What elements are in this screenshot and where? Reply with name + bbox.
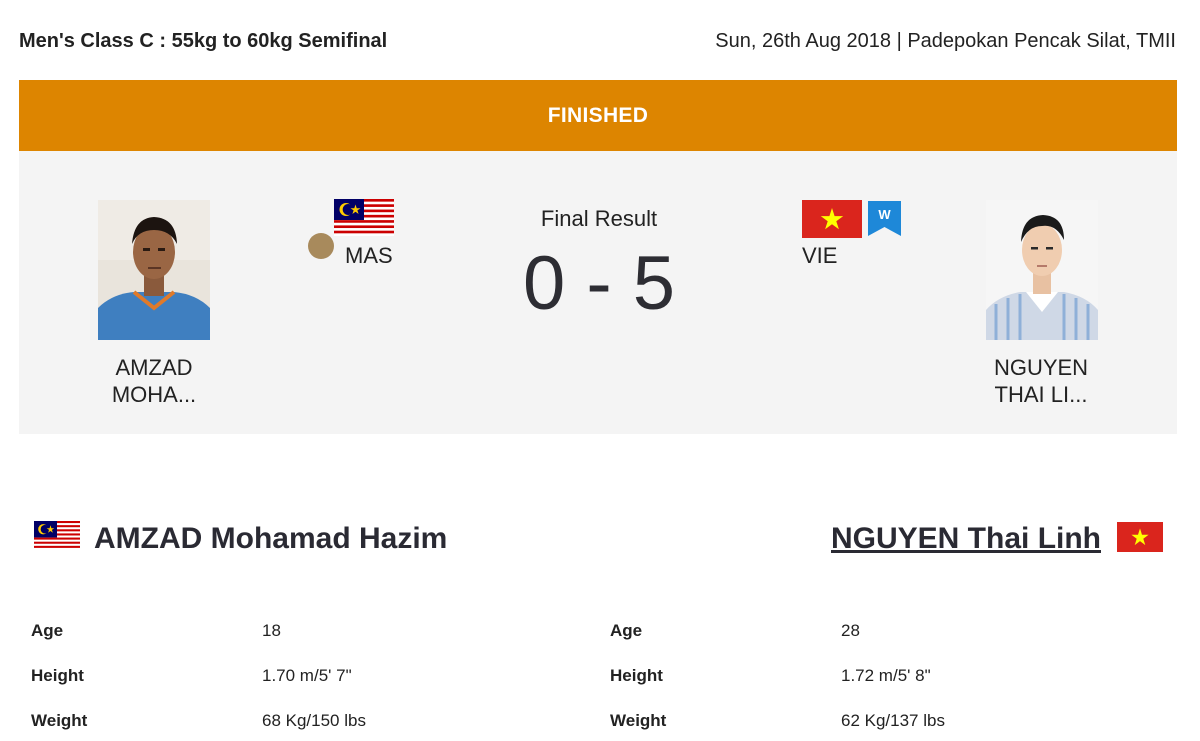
stat-value-weight-left: 68 Kg/150 lbs xyxy=(262,711,366,730)
event-header: Men's Class C : 55kg to 60kg Semifinal S… xyxy=(19,26,1176,56)
stat-label-age-right: Age xyxy=(610,621,643,640)
final-score: 0 - 5 xyxy=(522,241,676,326)
athlete-short-name-left-line1: AMZAD xyxy=(115,355,193,380)
athlete-short-name-right-line1: NGUYEN xyxy=(993,355,1089,380)
athlete-photo-right[interactable] xyxy=(986,200,1098,340)
stat-label-weight-right: Weight xyxy=(610,711,667,730)
match-status-bar: FINISHED xyxy=(19,80,1177,151)
athlete-short-name-left[interactable]: AMZAD MOHA... xyxy=(64,354,244,408)
athlete-short-name-right-line2: THAI LI... xyxy=(994,382,1088,407)
malaysia-flag-icon xyxy=(34,521,80,550)
country-code-right: VIE xyxy=(802,243,838,268)
malaysia-flag-icon xyxy=(334,199,394,236)
stat-label-age-left: Age xyxy=(31,621,64,640)
vietnam-flag-icon xyxy=(1117,522,1163,552)
stat-value-height-left: 1.70 m/5' 7" xyxy=(262,666,352,685)
final-result-label: Final Result xyxy=(540,206,658,231)
country-code-left: MAS xyxy=(345,243,393,268)
stat-value-age-right: 28 xyxy=(841,621,860,640)
athlete-full-name-right-link[interactable]: NGUYEN Thai Linh xyxy=(831,522,1101,556)
event-date-venue: Sun, 26th Aug 2018 | Padepokan Pencak Si… xyxy=(715,29,1176,52)
stat-label-height-right: Height xyxy=(610,666,663,685)
stat-label-weight-left: Weight xyxy=(31,711,88,730)
vietnam-flag-icon xyxy=(802,200,862,238)
match-status: FINISHED xyxy=(547,103,649,127)
stat-value-age-left: 18 xyxy=(262,621,281,640)
athlete-photo-left[interactable] xyxy=(98,200,210,340)
athlete-short-name-left-line2: MOHA... xyxy=(111,382,197,407)
stat-value-weight-right: 62 Kg/137 lbs xyxy=(841,711,945,730)
stat-label-height-left: Height xyxy=(31,666,84,685)
event-title: Men's Class C : 55kg to 60kg Semifinal xyxy=(19,29,388,52)
athlete-full-name-left: AMZAD Mohamad Hazim xyxy=(94,522,448,555)
winner-badge-label: W xyxy=(878,207,891,222)
winner-badge: W xyxy=(868,201,901,236)
bronze-medal-icon xyxy=(308,233,334,259)
stat-value-height-right: 1.72 m/5' 8" xyxy=(841,666,931,685)
score-panel: AMZAD MOHA... MAS Final Result 0 - 5 W V… xyxy=(19,151,1177,434)
athlete-short-name-right[interactable]: NGUYEN THAI LI... xyxy=(951,354,1131,408)
